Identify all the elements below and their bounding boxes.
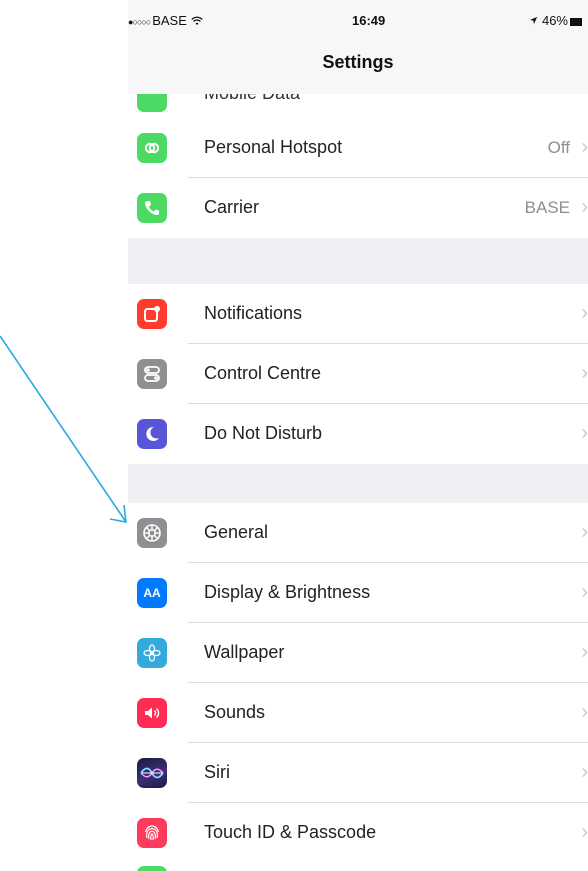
signal-strength-icon: ●○○○○	[128, 17, 151, 27]
display-icon: AA	[137, 578, 167, 608]
siri-icon	[137, 758, 167, 788]
hotspot-icon	[137, 133, 167, 163]
settings-row-carrier[interactable]: Carrier BASE ›	[128, 178, 588, 238]
chevron-right-icon: ›	[581, 641, 588, 663]
settings-row-label: Display & Brightness	[204, 582, 371, 602]
settings-row-personal-hotspot[interactable]: Personal Hotspot Off ›	[128, 118, 588, 178]
settings-row-touch-id-passcode[interactable]: Touch ID & Passcode ›	[128, 803, 588, 863]
gear-icon	[137, 518, 167, 548]
settings-row-label: Carrier	[204, 197, 260, 217]
chevron-right-icon: ›	[581, 422, 588, 444]
settings-row-label: Wallpaper	[204, 642, 285, 662]
phone-icon	[137, 193, 167, 223]
annotation-arrow-line	[0, 335, 127, 523]
settings-row-label: Sounds	[204, 702, 266, 722]
settings-row-partial-bottom[interactable]	[128, 858, 588, 871]
fingerprint-icon	[137, 818, 167, 848]
settings-group-device: General › AA Display & Brightness › Wall…	[128, 503, 588, 863]
battery-settings-icon	[137, 866, 167, 871]
settings-row-value: Off	[547, 138, 570, 157]
chevron-right-icon: ›	[581, 362, 588, 384]
settings-row-label: Notifications	[204, 303, 303, 323]
page-title: Settings	[322, 52, 394, 72]
mobile-data-icon	[137, 94, 167, 112]
display-icon-glyph: AA	[143, 586, 161, 600]
settings-row-notifications[interactable]: Notifications ›	[128, 284, 588, 344]
carrier-status: ●○○○○ BASE	[128, 13, 203, 28]
location-arrow-icon	[529, 13, 542, 28]
settings-row-label: Mobile Data	[204, 94, 300, 104]
chevron-right-icon: ›	[581, 581, 588, 603]
notifications-icon	[137, 299, 167, 329]
chevron-right-icon: ›	[581, 701, 588, 723]
settings-row-label: Touch ID & Passcode	[204, 822, 377, 842]
speaker-icon	[137, 698, 167, 728]
settings-row-label: General	[204, 522, 269, 542]
status-bar: ●○○○○ BASE 16:49 46%	[128, 0, 588, 36]
chevron-right-icon: ›	[581, 196, 588, 218]
settings-row-control-centre[interactable]: Control Centre ›	[128, 344, 588, 404]
carrier-name: BASE	[152, 13, 187, 28]
navigation-bar: Settings	[128, 36, 588, 95]
settings-row-sounds[interactable]: Sounds ›	[128, 683, 588, 743]
settings-row-value: BASE	[524, 198, 570, 217]
settings-row-label: Do Not Disturb	[204, 423, 323, 443]
settings-row-label: Personal Hotspot	[204, 137, 343, 157]
annotation-arrowhead	[109, 504, 127, 523]
settings-row-mobile-data[interactable]: Mobile Data	[128, 94, 588, 119]
battery-percentage: 46%	[541, 13, 568, 28]
settings-row-siri[interactable]: Siri ›	[128, 743, 588, 803]
settings-row-wallpaper[interactable]: Wallpaper ›	[128, 623, 588, 683]
control-centre-icon	[137, 359, 167, 389]
chevron-right-icon: ›	[581, 521, 588, 543]
settings-row-label: Siri	[204, 762, 230, 782]
wifi-icon	[190, 13, 203, 28]
settings-group-network: Personal Hotspot Off › Carrier BASE ›	[128, 118, 588, 238]
settings-screen: ●○○○○ BASE 16:49 46% Settings Personal H…	[128, 0, 588, 871]
settings-group-alerts: Notifications › Control Centre › Do Not …	[128, 284, 588, 464]
chevron-right-icon: ›	[581, 821, 588, 843]
settings-row-display-brightness[interactable]: AA Display & Brightness ›	[128, 563, 588, 623]
screenshot-stage: ●○○○○ BASE 16:49 46% Settings Personal H…	[0, 0, 588, 871]
chevron-right-icon: ›	[581, 761, 588, 783]
chevron-right-icon: ›	[581, 302, 588, 324]
moon-icon	[137, 419, 167, 449]
settings-row-general[interactable]: General ›	[128, 503, 588, 563]
settings-row-do-not-disturb[interactable]: Do Not Disturb ›	[128, 404, 588, 464]
settings-row-label: Control Centre	[204, 363, 322, 383]
wallpaper-icon	[137, 638, 167, 668]
battery-status: 46%	[529, 13, 582, 28]
clock: 16:49	[352, 13, 386, 28]
chevron-right-icon: ›	[581, 136, 588, 158]
battery-icon	[570, 17, 582, 26]
